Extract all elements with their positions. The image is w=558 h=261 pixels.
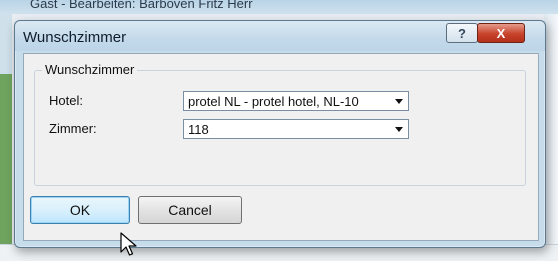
groupbox-title: Wunschzimmer — [42, 62, 138, 77]
dialog-titlebar[interactable]: Wunschzimmer ? X — [15, 21, 545, 51]
background-window-title: Gast - Bearbeiten: Barboven Fritz Herr — [30, 0, 253, 11]
help-button[interactable]: ? — [446, 23, 478, 43]
close-icon: X — [496, 25, 506, 41]
close-button[interactable]: X — [477, 23, 525, 43]
dialog-client-area: Wunschzimmer Hotel: protel NL - protel h… — [23, 53, 539, 241]
cancel-button-label: Cancel — [168, 202, 212, 218]
chevron-down-icon[interactable] — [395, 127, 403, 132]
ok-button-label: OK — [69, 202, 91, 218]
ok-button[interactable]: OK — [30, 196, 130, 224]
dialog-title: Wunschzimmer — [23, 29, 127, 46]
zimmer-select-value: 118 — [188, 122, 209, 137]
hotel-select[interactable]: protel NL - protel hotel, NL-10 — [183, 91, 409, 111]
help-icon: ? — [458, 25, 466, 41]
background-left-panel-top — [0, 14, 12, 74]
wunschzimmer-groupbox: Wunschzimmer Hotel: protel NL - protel h… — [34, 62, 526, 186]
cancel-button[interactable]: Cancel — [138, 196, 242, 224]
wunschzimmer-dialog: Wunschzimmer ? X Wunschzimmer Hotel: pro… — [14, 20, 546, 248]
zimmer-label: Zimmer: — [49, 121, 97, 136]
hotel-select-value: protel NL - protel hotel, NL-10 — [188, 94, 359, 109]
mouse-cursor-icon — [120, 232, 137, 256]
zimmer-select[interactable]: 118 — [183, 119, 409, 139]
hotel-label: Hotel: — [49, 93, 83, 108]
background-window-titlebar: Gast - Bearbeiten: Barboven Fritz Herr — [0, 0, 558, 14]
chevron-down-icon[interactable] — [395, 99, 403, 104]
background-right-edge — [544, 14, 558, 260]
